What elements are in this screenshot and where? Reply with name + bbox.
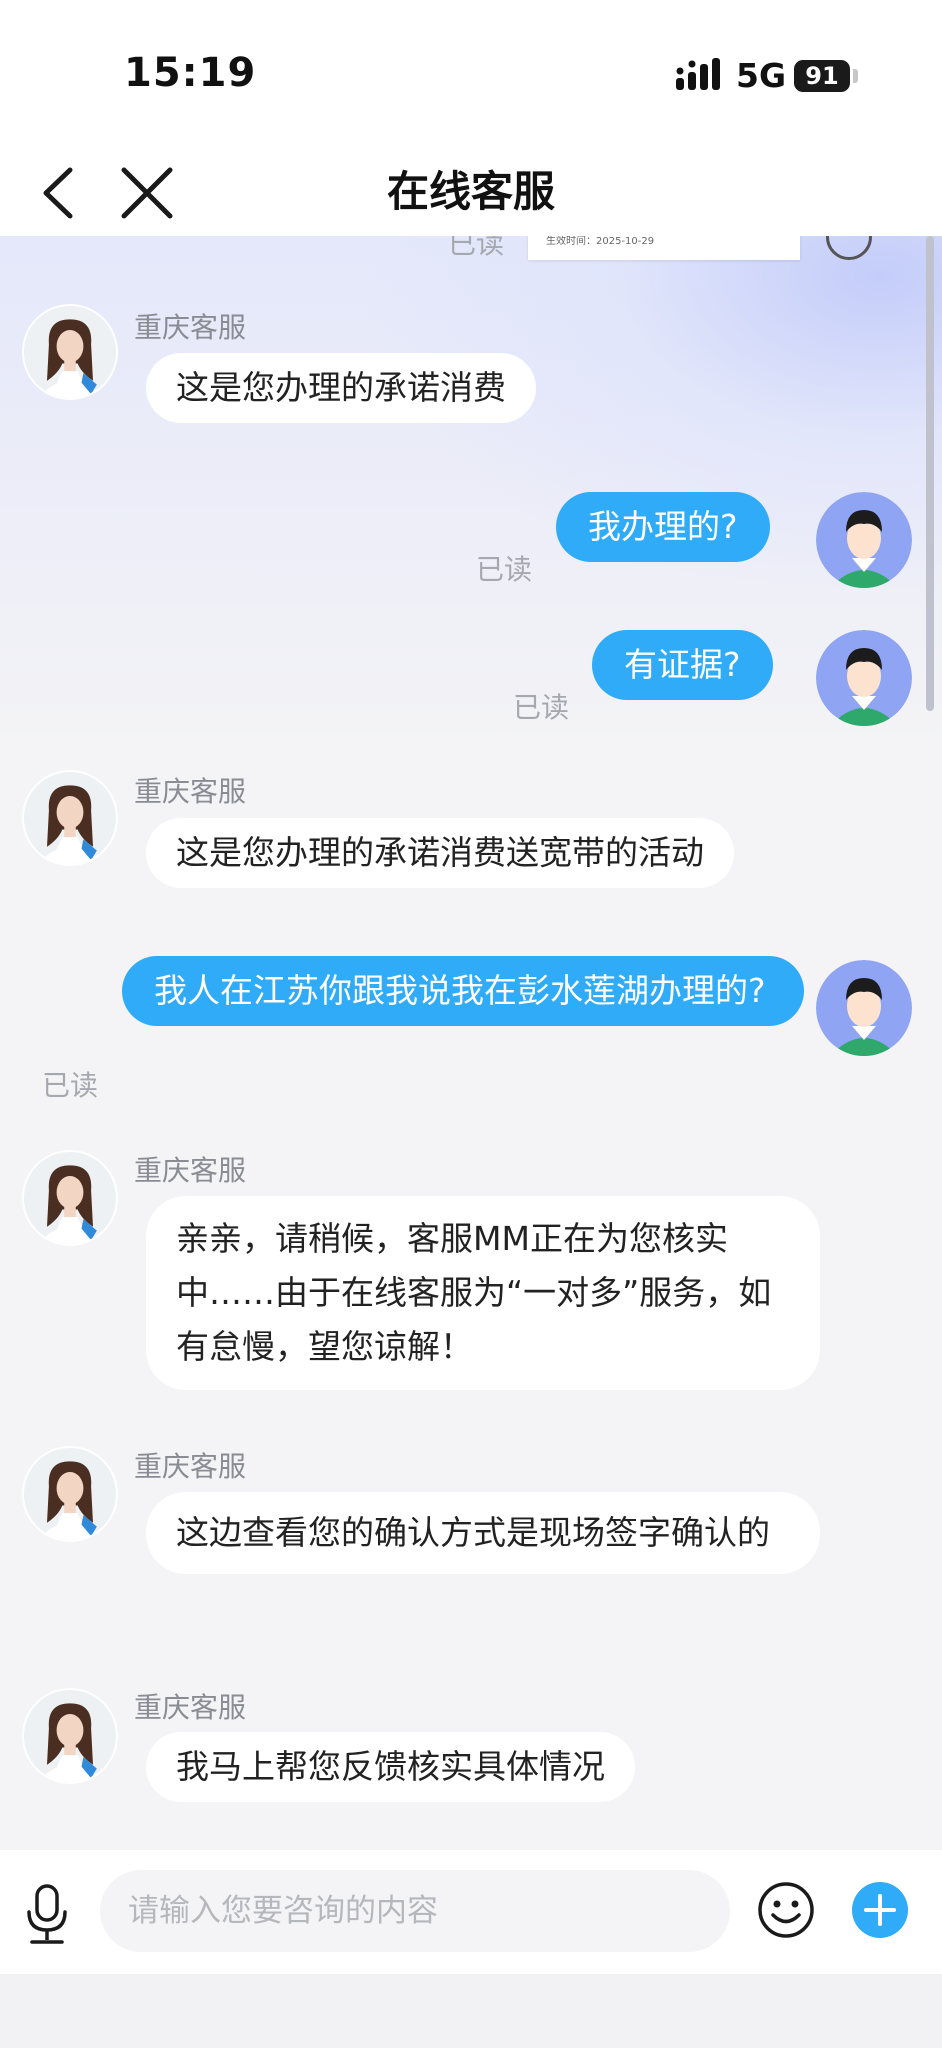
signal-icon — [676, 58, 720, 90]
message-input[interactable] — [100, 1870, 730, 1952]
agent-message[interactable]: 这边查看您的确认方式是现场签字确认的 — [146, 1492, 820, 1574]
home-indicator-area — [0, 1974, 942, 2048]
network-type: 5G — [736, 56, 787, 95]
image-caption: 生效时间：2025-10-29 — [546, 236, 655, 247]
user-message[interactable]: 我人在江苏你跟我说我在彭水莲湖办理的? — [122, 956, 804, 1026]
agent-avatar[interactable] — [22, 1446, 118, 1542]
nav-bar: 在线客服 — [0, 150, 942, 236]
agent-message[interactable]: 这是您办理的承诺消费 — [146, 353, 536, 423]
page-title: 在线客服 — [386, 167, 555, 216]
image-message[interactable]: 生效时间：2025-10-29 — [528, 236, 800, 260]
battery-tip — [853, 69, 858, 83]
agent-name: 重庆客服 — [134, 1691, 247, 1724]
agent-message[interactable]: 这是您办理的承诺消费送宽带的活动 — [146, 818, 734, 888]
read-status: 已读 — [448, 236, 505, 260]
agent-avatar[interactable] — [22, 1150, 118, 1246]
read-status: 已读 — [476, 553, 533, 586]
agent-name: 重庆客服 — [134, 1154, 247, 1187]
user-avatar[interactable] — [816, 492, 912, 588]
agent-name: 重庆客服 — [134, 1450, 247, 1483]
agent-name: 重庆客服 — [134, 311, 247, 344]
user-avatar[interactable] — [816, 960, 912, 1056]
smiley-icon[interactable] — [756, 1880, 816, 1940]
read-status: 已读 — [42, 1069, 99, 1102]
agent-name: 重庆客服 — [134, 775, 247, 808]
microphone-icon[interactable] — [22, 1882, 72, 1946]
agent-message[interactable]: 我马上帮您反馈核实具体情况 — [146, 1732, 635, 1802]
status-bar: 15:19 5G 91 — [0, 0, 942, 150]
agent-avatar[interactable] — [22, 304, 118, 400]
chat-area[interactable]: 已读 生效时间：2025-10-29 重庆客服 这是您办理的承诺消费 已读 我办… — [0, 236, 942, 1850]
user-message[interactable]: 我办理的? — [556, 492, 770, 562]
input-bar — [0, 1850, 942, 1974]
clock-icon — [826, 236, 872, 260]
read-status: 已读 — [513, 691, 570, 724]
user-avatar[interactable] — [816, 630, 912, 726]
status-time: 15:19 — [124, 50, 257, 96]
user-message[interactable]: 有证据? — [592, 630, 773, 700]
agent-avatar[interactable] — [22, 1688, 118, 1784]
agent-avatar[interactable] — [22, 770, 118, 866]
plus-icon[interactable] — [850, 1880, 910, 1940]
agent-message[interactable]: 亲亲，请稍候，客服MM正在为您核实中……由于在线客服为“一对多”服务，如有怠慢，… — [146, 1196, 820, 1390]
scrollbar[interactable] — [926, 236, 934, 711]
battery-indicator: 91 — [794, 60, 850, 92]
